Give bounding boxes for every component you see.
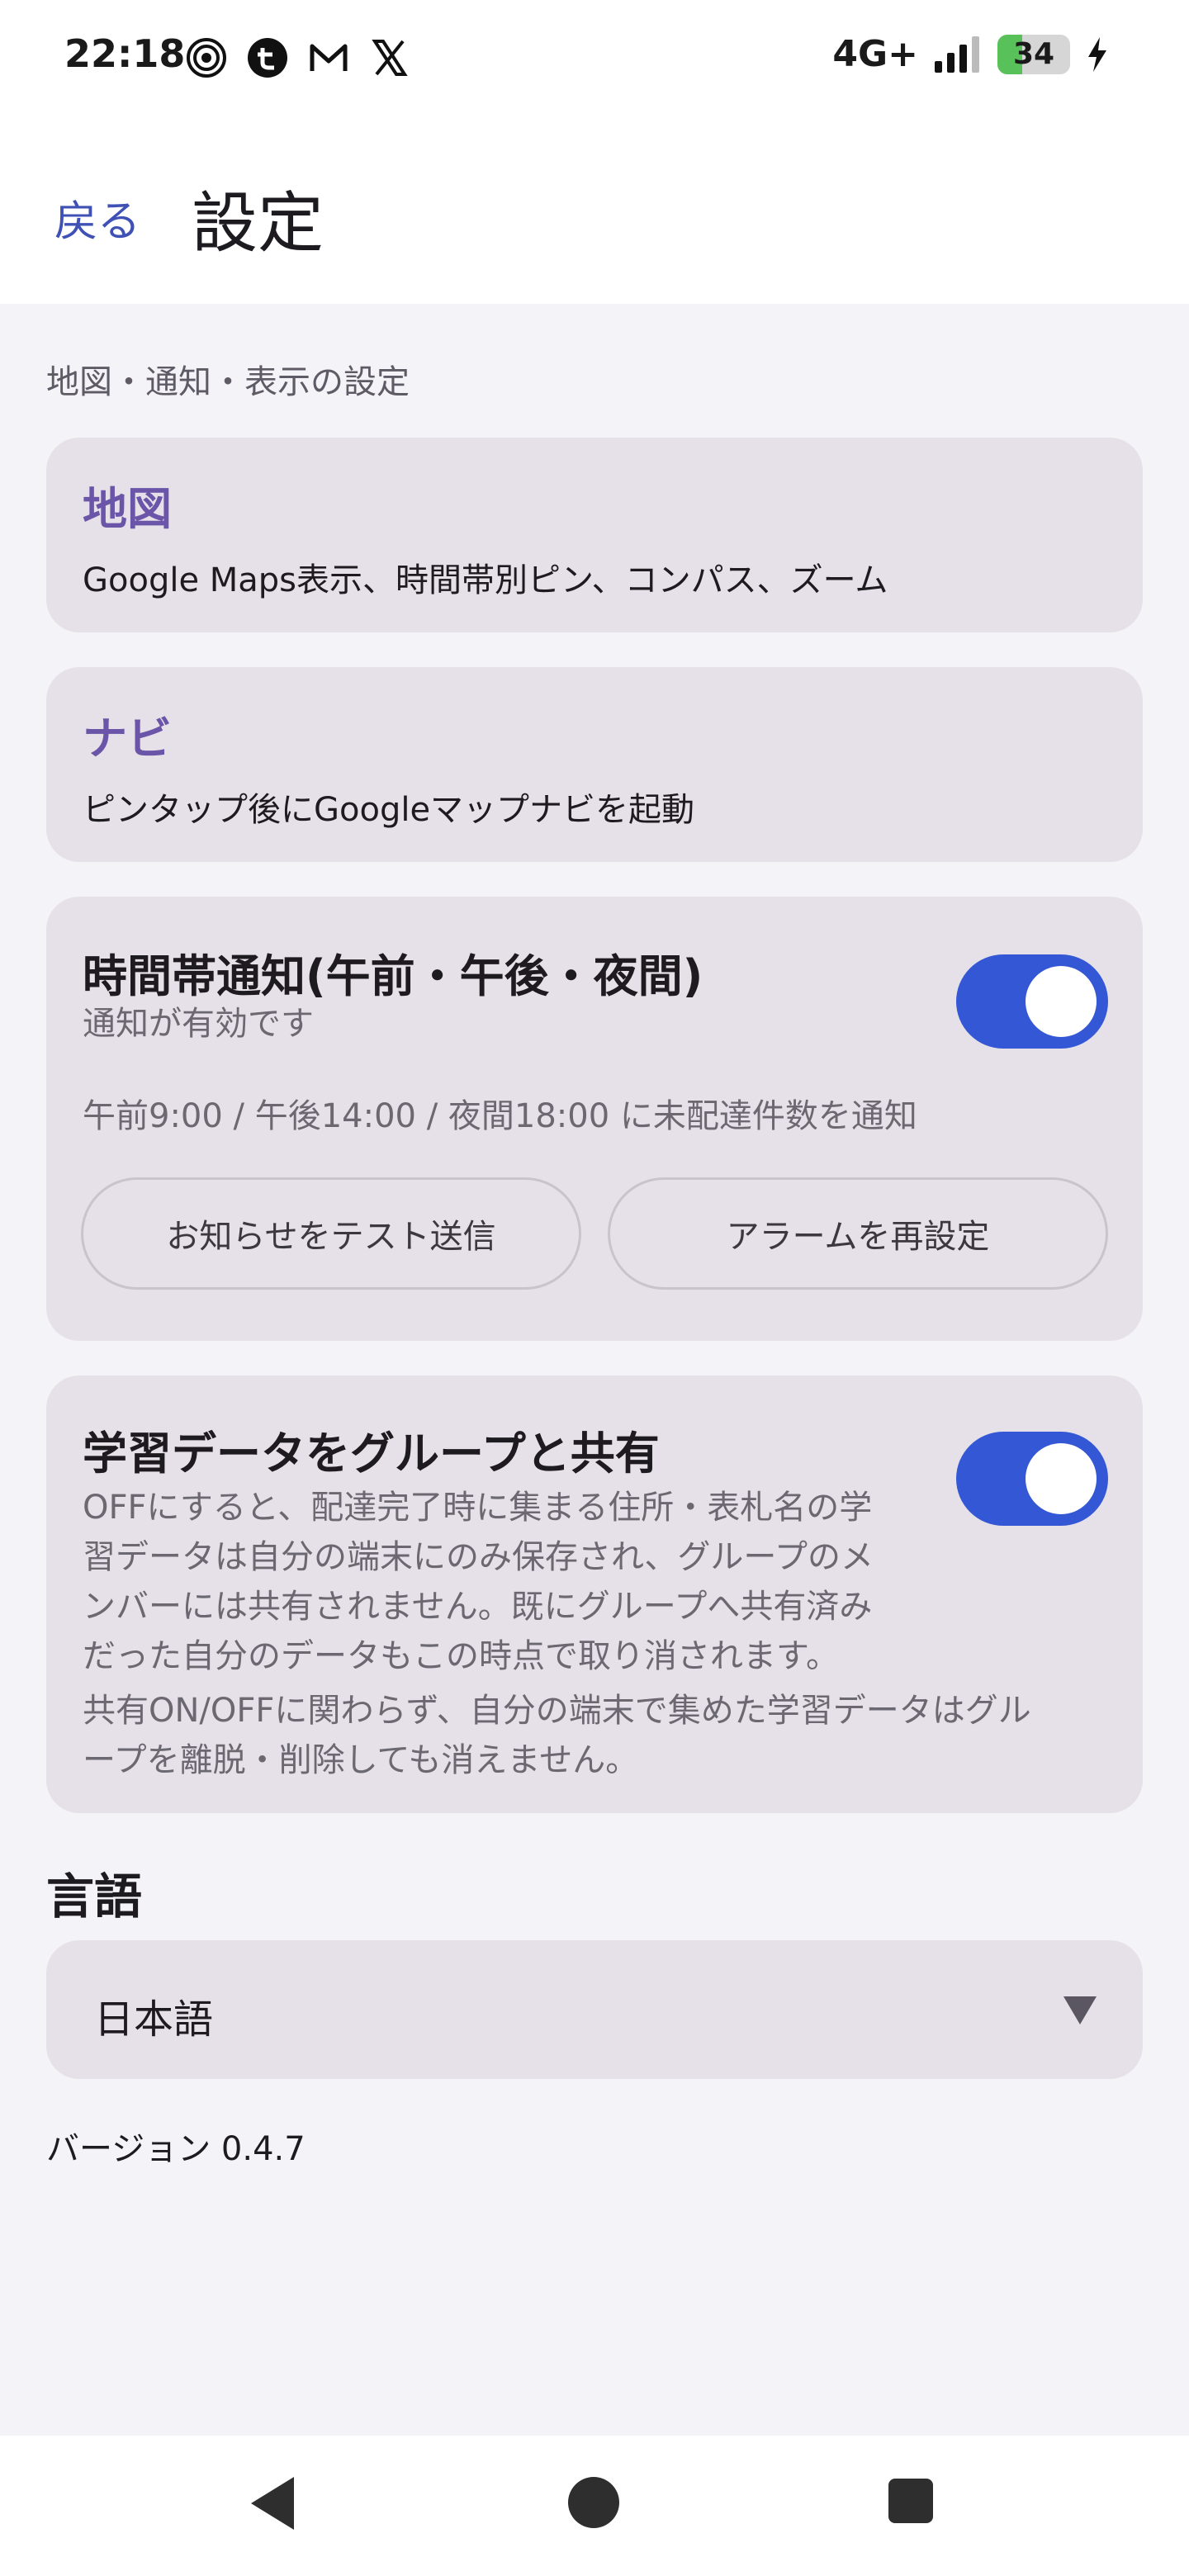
version-label: バージョン 0.4.7 (46, 2130, 306, 2168)
sharing-description-line: だった自分のデータもこの時点で取り消されます。 (83, 1637, 839, 1675)
sharing-description-line: 習データは自分の端末にのみ保存され、グループのメ (83, 1538, 874, 1576)
map-settings-card[interactable]: 地図 Google Maps表示、時間帯別ピン、コンパス、ズーム (46, 438, 1143, 632)
nav-back-icon[interactable] (251, 2477, 294, 2530)
system-nav-bar (0, 2436, 1189, 2576)
navi-card-description: ピンタップ後にGoogleマップナビを起動 (83, 791, 695, 829)
notification-toggle[interactable] (956, 954, 1108, 1049)
battery-icon: 34 (997, 34, 1070, 74)
notification-card-title: 時間帯通知(午前・午後・夜間) (83, 950, 703, 1002)
network-type: 4G+ (832, 33, 918, 75)
test-notification-button[interactable]: お知らせをテスト送信 (81, 1177, 581, 1290)
sharing-card-title: 学習データをグループと共有 (83, 1428, 660, 1480)
t-app-icon (248, 38, 287, 78)
section-caption: 地図・通知・表示の設定 (46, 363, 410, 401)
sharing-note-line: 共有ON/OFFに関わらず、自分の端末で集めた学習データはグル (83, 1692, 1031, 1730)
notification-status: 通知が有効です (83, 1005, 314, 1043)
gmail-icon (310, 44, 348, 71)
map-card-title: 地図 (83, 483, 172, 535)
page-title: 設定 (192, 185, 324, 262)
toggle-knob (1026, 966, 1097, 1037)
sharing-description-line: OFFにすると、配達完了時に集まる住所・表札名の学 (83, 1489, 873, 1527)
charging-bolt-icon (1088, 36, 1106, 72)
navi-settings-card[interactable]: ナビ ピンタップ後にGoogleマップナビを起動 (46, 667, 1143, 862)
sharing-description: OFFにすると、配達完了時に集まる住所・表札名の学 習データは自分の端末にのみ保… (83, 1483, 991, 1681)
sharing-note: 共有ON/OFFに関わらず、自分の端末で集めた学習データはグル ープを離脱・削除… (83, 1686, 1115, 1785)
status-bar: 22:18 4G+ 34 (0, 0, 1189, 116)
back-button[interactable]: 戻る (54, 187, 140, 249)
spiral-app-icon (187, 38, 226, 78)
x-icon (372, 40, 408, 76)
signal-icon (935, 36, 979, 73)
nav-recents-icon[interactable] (888, 2479, 933, 2523)
status-time: 22:18 (64, 31, 186, 76)
navi-card-title: ナビ (83, 713, 172, 765)
language-heading: 言語 (46, 1868, 143, 1925)
nav-home-icon[interactable] (568, 2477, 619, 2528)
notification-icons (185, 36, 411, 79)
sharing-description-line: ンバーには共有されません。既にグループへ共有済み (83, 1588, 873, 1626)
map-card-description: Google Maps表示、時間帯別ピン、コンパス、ズーム (83, 561, 888, 599)
notification-schedule: 午前9:00 / 午後14:00 / 夜間18:00 に未配達件数を通知 (83, 1097, 917, 1135)
toggle-knob (1026, 1443, 1097, 1514)
status-right: 4G+ 34 (832, 33, 1110, 75)
reset-alarm-button[interactable]: アラームを再設定 (608, 1177, 1108, 1290)
data-sharing-card: 学習データをグループと共有 OFFにすると、配達完了時に集まる住所・表札名の学 … (46, 1376, 1143, 1813)
app-header: 戻る 設定 (0, 116, 1189, 304)
language-select[interactable]: 日本語 (46, 1940, 1143, 2079)
language-selected-value: 日本語 (94, 1996, 214, 2043)
dropdown-arrow-icon (1063, 1996, 1097, 2024)
sharing-note-line: ープを離脱・削除しても消えません。 (83, 1741, 639, 1779)
notification-card: 時間帯通知(午前・午後・夜間) 通知が有効です 午前9:00 / 午後14:00… (46, 897, 1143, 1341)
battery-level: 34 (1012, 36, 1055, 71)
